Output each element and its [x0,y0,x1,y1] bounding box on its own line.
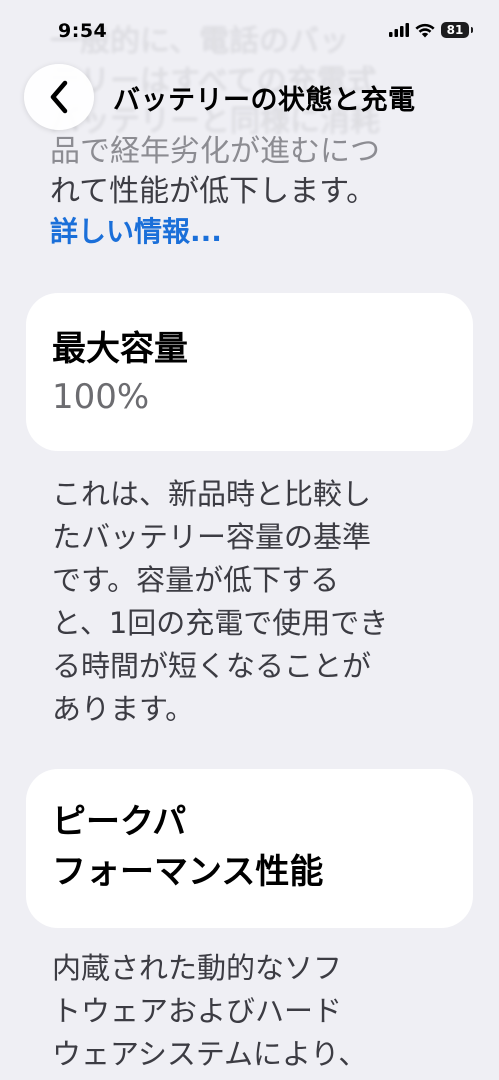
intro-text: 品で経年劣化が進むにつ れて性能が低下します。 詳しい情報... [50,132,470,252]
maximum-capacity-title: 最大容量 [52,329,188,369]
description-line: たバッテリー容量の基準 [52,520,372,554]
back-button[interactable] [24,64,94,130]
peak-performance-card: ピークパ フォーマンス性能 [26,769,473,928]
status-time: 9:54 [58,20,108,42]
title-line: フォーマンス性能 [52,852,324,892]
peak-performance-title: ピークパ フォーマンス性能 [52,797,323,897]
chevron-left-icon [50,80,68,114]
battery-icon: 81 [441,22,473,38]
description-line: あります。 [52,692,195,726]
description-line: ウェアシステムにより、 [52,1037,368,1071]
wifi-icon [415,23,435,37]
learn-more-link[interactable]: 詳しい情報... [50,212,470,252]
status-bar: 9:54 81 [0,0,499,50]
status-icons: 81 [389,22,473,38]
description-line: トウェアおよびハード [52,994,343,1028]
description-line: です。容量が低下する [52,563,340,597]
description-line: これは、新品時と比較し [52,477,372,511]
cellular-signal-icon [389,23,409,37]
description-line: と、1回の充電で使用でき [52,606,389,640]
capacity-description: これは、新品時と比較し たバッテリー容量の基準 です。容量が低下する と、1回の… [52,473,462,731]
description-line: る時間が短くなることが [52,649,372,683]
intro-line: れて性能が低下します。 [50,174,377,209]
maximum-capacity-card: 最大容量 100% [26,293,473,451]
battery-level: 81 [446,23,464,37]
title-line: ピークパ [52,802,187,842]
performance-description: 内蔵された動的なソフ トウェアおよびハード ウェアシステムにより、 [52,947,462,1076]
intro-line: 品で経年劣化が進むにつ [50,134,380,169]
navigation-bar: バッテリーの状態と充電 [0,62,499,132]
page-title: バッテリーの状態と充電 [113,85,416,116]
maximum-capacity-value: 100% [52,377,150,417]
description-line: 内蔵された動的なソフ [52,951,343,985]
